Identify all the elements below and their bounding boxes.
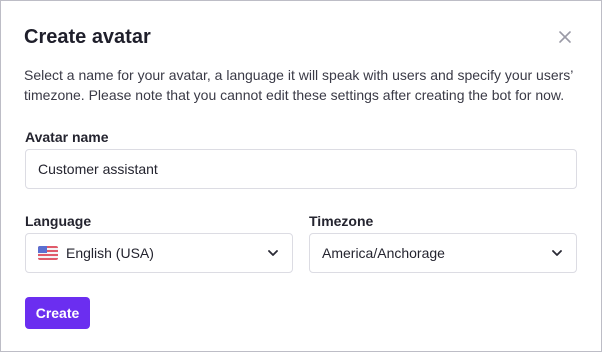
create-button[interactable]: Create [25, 297, 90, 329]
timezone-value: America/Anchorage [322, 245, 445, 261]
chevron-down-icon [266, 246, 280, 260]
dialog-description: Select a name for your avatar, a languag… [24, 67, 573, 103]
timezone-label: Timezone [309, 213, 374, 229]
timezone-select[interactable]: America/Anchorage [309, 233, 577, 273]
chevron-down-icon [550, 246, 564, 260]
dialog-title: Create avatar [24, 26, 151, 48]
close-icon[interactable] [556, 28, 574, 46]
language-label: Language [25, 213, 92, 229]
create-avatar-dialog: Create avatar Select a name for your ava… [0, 0, 602, 352]
avatar-name-input[interactable] [25, 149, 577, 189]
language-value: English (USA) [66, 245, 154, 261]
avatar-name-label: Avatar name [25, 129, 109, 145]
us-flag-icon [38, 246, 58, 260]
language-select[interactable]: English (USA) [25, 233, 293, 273]
